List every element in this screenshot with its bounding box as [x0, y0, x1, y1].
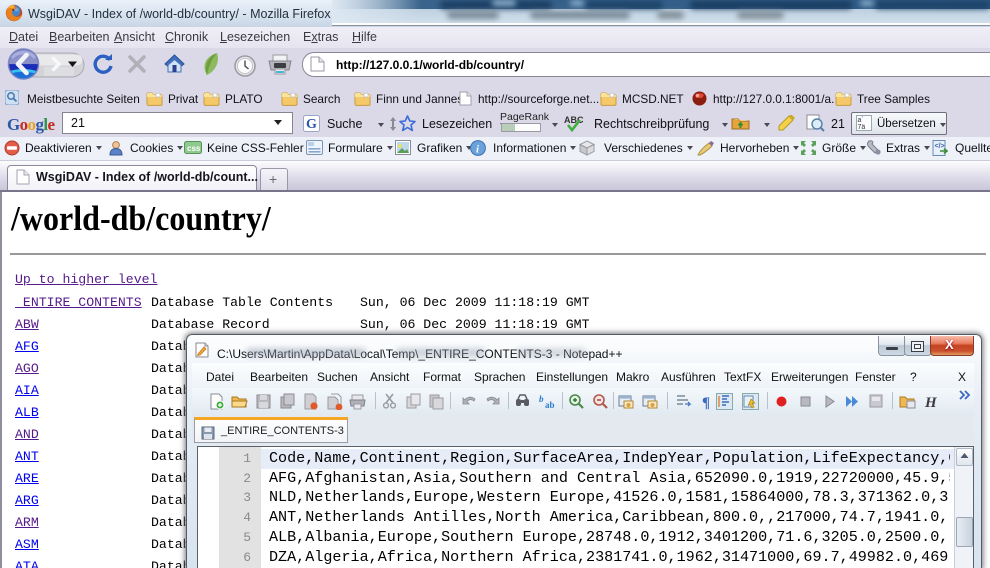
svg-text:¶: ¶: [702, 395, 710, 410]
svg-text:</>: </>: [935, 143, 945, 150]
svg-text:G: G: [306, 117, 317, 132]
svg-text:b: b: [539, 394, 544, 404]
svg-text:ab: ab: [545, 400, 555, 410]
svg-text:H: H: [924, 395, 938, 410]
svg-text:a´: a´: [858, 117, 864, 124]
svg-text:css: css: [187, 144, 201, 153]
svg-text:7ä: 7ä: [858, 124, 866, 131]
svg-text:ABC: ABC: [564, 115, 584, 125]
